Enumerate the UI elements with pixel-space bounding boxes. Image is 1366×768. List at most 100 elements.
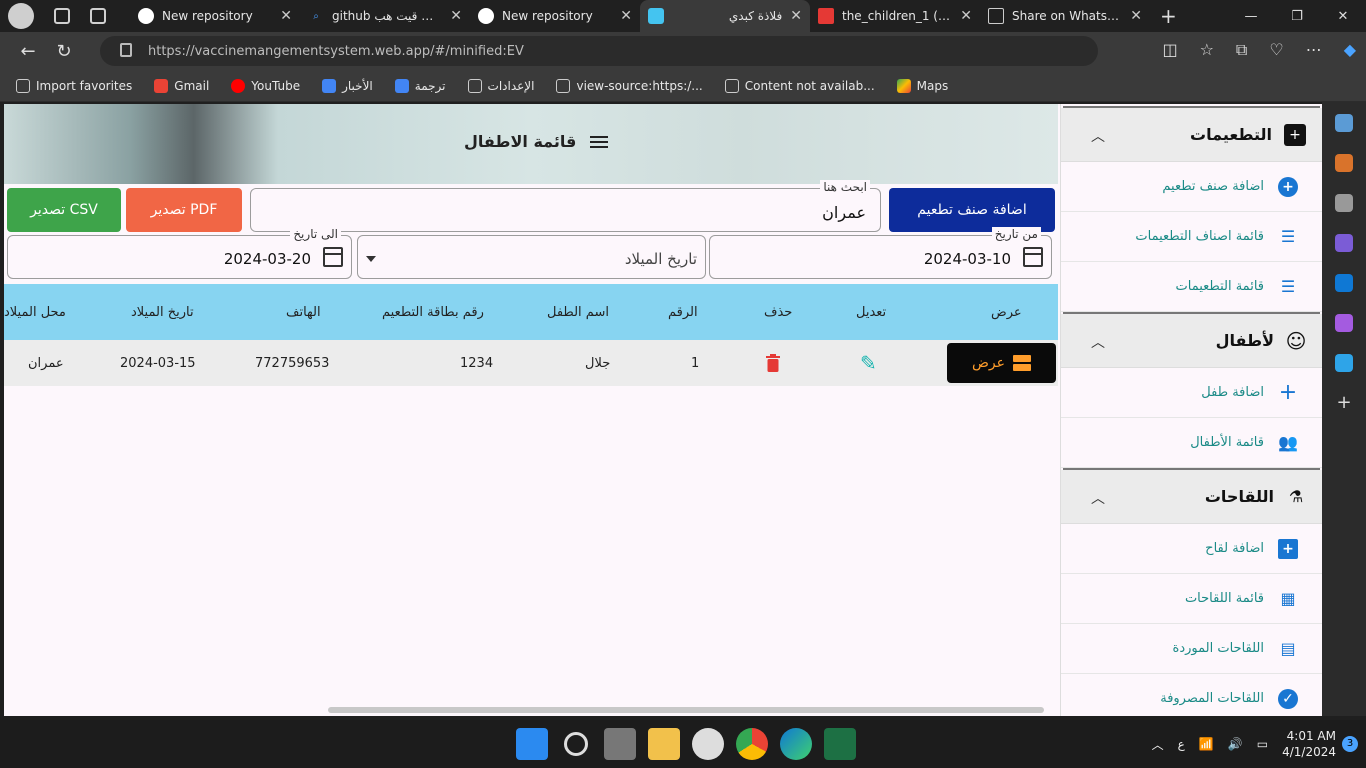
favorite-news[interactable]: الأخبار xyxy=(322,78,373,93)
chevron-down-icon xyxy=(366,256,376,262)
section-vaccinations[interactable]: ︿ التطعيمات + xyxy=(1061,108,1322,162)
collections-icon[interactable]: ⧉ xyxy=(1236,40,1247,60)
close-tab-icon[interactable]: ✕ xyxy=(1130,8,1142,24)
nav-vaccine-types-list[interactable]: قائمة اصناف التطعيمات ☰ xyxy=(1061,212,1322,262)
close-window-icon[interactable]: ✕ xyxy=(1320,0,1366,32)
delete-icon[interactable] xyxy=(766,340,780,386)
edit-icon[interactable]: ✎ xyxy=(860,340,877,386)
favorite-content[interactable]: Content not availab... xyxy=(724,78,875,93)
system-tray: ︿ ع 📶 🔊 ▭ 4:01 AM 4/1/2024 xyxy=(1152,728,1336,760)
excel-icon[interactable] xyxy=(824,728,856,760)
more-icon[interactable]: ⋯ xyxy=(1306,40,1322,60)
favorite-import[interactable]: Import favorites xyxy=(16,78,132,93)
drop-icon[interactable] xyxy=(1335,354,1353,372)
battery-icon[interactable]: ▭ xyxy=(1257,737,1268,751)
grid-list-icon: ▦ xyxy=(1280,589,1296,608)
chevron-up-icon[interactable]: ︿ xyxy=(1091,126,1105,146)
language-indicator[interactable]: ع xyxy=(1178,737,1185,751)
new-tab-icon[interactable]: + xyxy=(1160,4,1177,28)
browser-tab-active[interactable]: فلاذة كبدي ✕ xyxy=(640,0,810,32)
nav-item-label: قائمة اللقاحات xyxy=(1184,591,1264,606)
games-icon[interactable] xyxy=(1335,194,1353,212)
document-list-icon: ▤ xyxy=(1280,639,1296,658)
profile-icon[interactable] xyxy=(8,3,34,29)
tab-actions-icon[interactable] xyxy=(90,8,106,24)
minimize-icon[interactable]: — xyxy=(1228,0,1274,32)
close-tab-icon[interactable]: ✕ xyxy=(620,8,632,24)
shopping-icon[interactable] xyxy=(1335,114,1353,132)
search-input[interactable]: ابحث هنا عمران xyxy=(250,180,881,232)
nav-add-vaccine[interactable]: اضافة لقاح + xyxy=(1061,524,1322,574)
split-screen-icon[interactable]: ◫ xyxy=(1162,40,1177,60)
nav-vaccinations-list[interactable]: قائمة التطعيمات ☰ xyxy=(1061,262,1322,312)
nav-dispensed-vaccines[interactable]: اللقاحات المصروفة ✓ xyxy=(1061,674,1322,716)
outlook-icon[interactable] xyxy=(1335,274,1353,292)
address-bar-row: ← ↻ https://vaccinemangementsystem.web.a… xyxy=(0,32,1366,70)
add-box-icon: + xyxy=(1278,538,1298,559)
browser-tab[interactable]: ⌕ github رووني قيت هب ✕ xyxy=(300,0,470,32)
nav-supplied-vaccines[interactable]: اللقاحات الموردة ▤ xyxy=(1061,624,1322,674)
nav-children-list[interactable]: قائمة الأطفال 👥 xyxy=(1061,418,1322,468)
browser-tab[interactable]: Share on WhatsApp ✕ xyxy=(980,0,1150,32)
app-icon[interactable] xyxy=(692,728,724,760)
favorite-gmail[interactable]: Gmail xyxy=(154,78,209,93)
close-tab-icon[interactable]: ✕ xyxy=(790,8,802,24)
browser-tab[interactable]: the_children_1 (8).pdf ✕ xyxy=(810,0,980,32)
section-children[interactable]: ︿ لأطفال ☺ xyxy=(1061,314,1322,368)
gmail-icon xyxy=(154,78,169,93)
browser-tab[interactable]: New repository ✕ xyxy=(470,0,640,32)
task-view-icon[interactable] xyxy=(604,728,636,760)
close-tab-icon[interactable]: ✕ xyxy=(280,8,292,24)
url-field[interactable]: https://vaccinemangementsystem.web.app/#… xyxy=(100,36,1098,66)
browser-tab[interactable]: New repository ✕ xyxy=(130,0,300,32)
wifi-icon[interactable]: 📶 xyxy=(1199,737,1214,751)
favorite-settings[interactable]: الإعدادات xyxy=(467,78,534,93)
windows-start-icon[interactable] xyxy=(516,728,548,760)
tools-icon[interactable] xyxy=(1335,154,1353,172)
edge-icon[interactable] xyxy=(780,728,812,760)
add-vaccine-type-button[interactable]: اضافة صنف تطعيم xyxy=(889,188,1055,232)
file-explorer-icon[interactable] xyxy=(648,728,680,760)
from-date-field[interactable]: من تاريخ 2024-03-10 xyxy=(709,227,1052,279)
section-title: لأطفال xyxy=(1215,331,1274,350)
performance-icon[interactable]: ♡ xyxy=(1269,40,1283,60)
volume-icon[interactable]: 🔊 xyxy=(1228,737,1243,751)
chrome-icon[interactable] xyxy=(736,728,768,760)
microsoft365-icon[interactable] xyxy=(1335,234,1353,252)
chevron-up-icon[interactable]: ︿ xyxy=(1152,736,1164,753)
copilot-icon[interactable]: ◆ xyxy=(1344,40,1356,60)
close-tab-icon[interactable]: ✕ xyxy=(960,8,972,24)
chevron-up-icon[interactable]: ︿ xyxy=(1091,488,1105,508)
calendar-icon[interactable] xyxy=(323,247,343,267)
nav-add-vaccine-type[interactable]: اضافة صنف تطعيم + xyxy=(1061,162,1322,212)
notification-badge[interactable]: 3 xyxy=(1342,736,1358,752)
designer-icon[interactable] xyxy=(1335,314,1353,332)
favorites-icon[interactable]: ☆ xyxy=(1200,40,1214,60)
date-filter-dropdown[interactable]: تاريخ الميلاد xyxy=(357,235,706,279)
nav-add-child[interactable]: اضافة طفل + xyxy=(1061,368,1322,418)
favorite-maps[interactable]: Maps xyxy=(896,78,948,93)
add-sidebar-icon[interactable]: + xyxy=(1335,394,1353,412)
refresh-icon[interactable]: ↻ xyxy=(46,41,82,62)
clock[interactable]: 4:01 AM 4/1/2024 xyxy=(1282,728,1336,760)
view-button[interactable]: عرض xyxy=(947,343,1056,383)
from-date-value: 2024-03-10 xyxy=(923,250,1011,268)
workspaces-icon[interactable] xyxy=(54,8,70,24)
search-icon[interactable] xyxy=(564,732,588,756)
favorite-view-source[interactable]: view-source:https:/... xyxy=(556,78,703,93)
to-date-field[interactable]: الى تاريخ 2024-03-20 xyxy=(7,227,352,279)
back-icon[interactable]: ← xyxy=(10,41,46,62)
list-icon: ☰ xyxy=(1280,277,1296,296)
nav-vaccines-list[interactable]: قائمة اللقاحات ▦ xyxy=(1061,574,1322,624)
from-date-label: من تاريخ xyxy=(991,227,1041,241)
calendar-icon[interactable] xyxy=(1023,247,1043,267)
favorite-translate[interactable]: ترجمة xyxy=(394,78,446,93)
close-tab-icon[interactable]: ✕ xyxy=(450,8,462,24)
export-csv-button[interactable]: تصدير CSV xyxy=(7,188,121,232)
export-pdf-button[interactable]: تصدير PDF xyxy=(126,188,242,232)
favorite-youtube[interactable]: YouTube xyxy=(231,78,300,93)
chevron-up-icon[interactable]: ︿ xyxy=(1091,332,1105,352)
horizontal-scrollbar[interactable] xyxy=(328,707,1044,713)
restore-icon[interactable]: ❐ xyxy=(1274,0,1320,32)
section-vaccines[interactable]: ︿ اللقاحات ⚗ xyxy=(1061,470,1322,524)
